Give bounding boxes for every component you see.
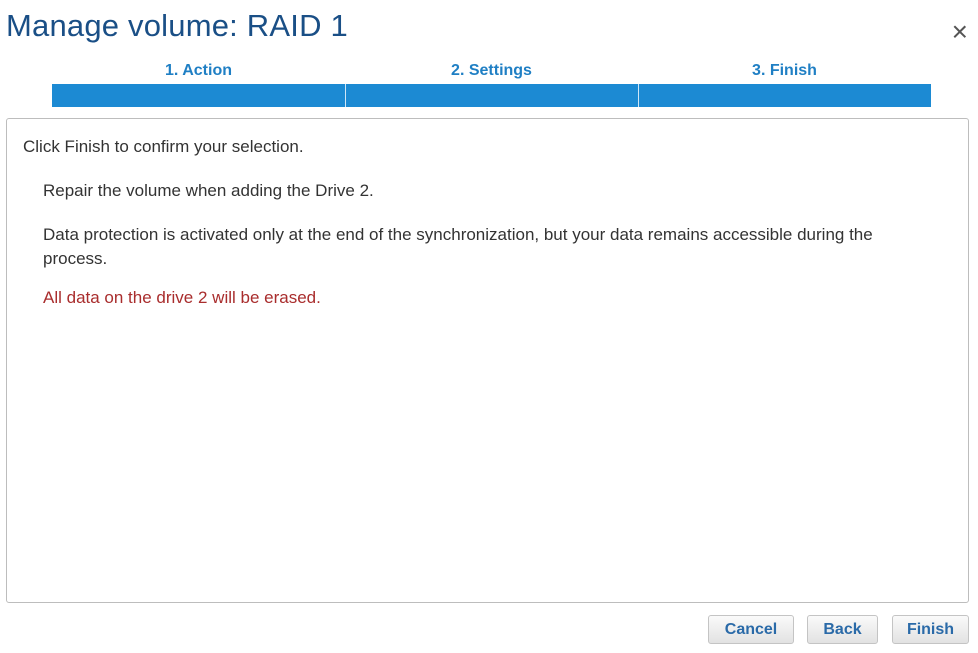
content-panel: Click Finish to confirm your selection. … [6,118,969,603]
intro-text: Click Finish to confirm your selection. [23,137,304,156]
dialog-title: Manage volume: RAID 1 [6,8,348,43]
step-action-bar [52,84,345,107]
repair-text: Repair the volume when adding the Drive … [43,181,374,200]
back-button[interactable]: Back [807,615,878,644]
close-icon[interactable]: × [952,18,968,46]
step-settings-bar [345,84,638,107]
protection-text: Data protection is activated only at the… [43,225,873,268]
step-action: 1. Action [52,61,345,107]
cancel-button[interactable]: Cancel [708,615,794,644]
warning-text: All data on the drive 2 will be erased. [43,288,321,307]
manage-volume-dialog: Manage volume: RAID 1 × 1. Action 2. Set… [0,0,978,653]
step-settings-label: 2. Settings [451,62,532,79]
step-finish-label: 3. Finish [752,62,817,79]
step-finish: 3. Finish [638,61,931,107]
wizard-steps: 1. Action 2. Settings 3. Finish [52,61,931,107]
step-action-label: 1. Action [165,62,232,79]
finish-button[interactable]: Finish [892,615,969,644]
step-settings: 2. Settings [345,61,638,107]
step-finish-bar [638,84,931,107]
